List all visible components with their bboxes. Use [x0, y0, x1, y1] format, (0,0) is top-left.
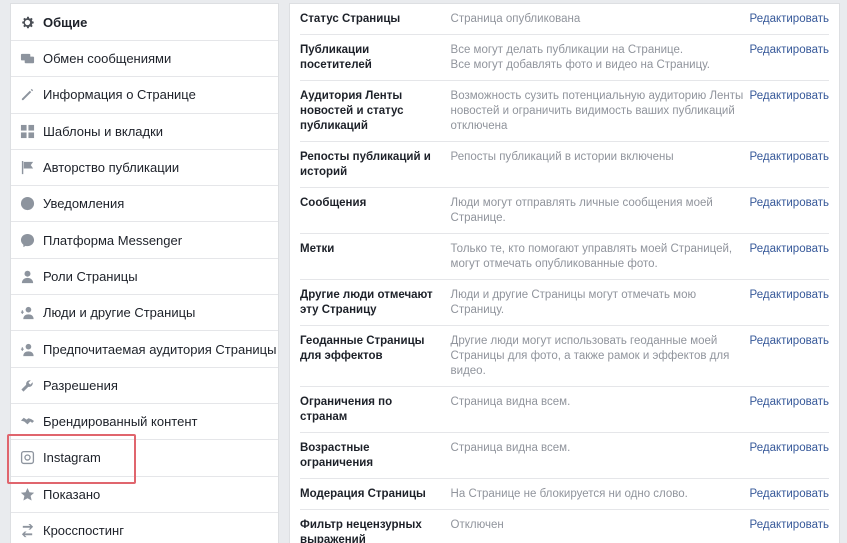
settings-sidebar: Общие Обмен сообщениями Информация о Стр… [10, 3, 279, 543]
edit-link[interactable]: Редактировать [750, 89, 829, 134]
setting-label: Ограничения по странам [300, 396, 393, 423]
sidebar-item-branded-content[interactable]: Брендированный контент [11, 404, 278, 441]
settings-row-age-restrictions: Возрастные ограничения Страница видна вс… [300, 433, 829, 479]
edit-link[interactable]: Редактировать [750, 43, 829, 73]
settings-panel: Статус Страницы Страница опубликована Ре… [289, 3, 840, 543]
settings-row-others-tagging: Другие люди отмечают эту Страницу Люди и… [300, 280, 829, 326]
settings-row-news-feed-audience: Аудитория Ленты новостей и статус публик… [300, 81, 829, 142]
sidebar-item-page-info[interactable]: Информация о Странице [11, 77, 278, 114]
settings-row-page-status: Статус Страницы Страница опубликована Ре… [300, 4, 829, 35]
sidebar-item-label: Предпочитаемая аудитория Страницы [43, 341, 277, 357]
sidebar-item-post-attribution[interactable]: Авторство публикации [11, 150, 278, 187]
pencil-icon [19, 87, 35, 103]
setting-description: На Странице не блокируется ни одно слово… [450, 488, 688, 500]
edit-link[interactable]: Редактировать [750, 196, 829, 226]
sidebar-item-messaging[interactable]: Обмен сообщениями [11, 41, 278, 78]
setting-description: Репосты публикаций в истории включены [450, 151, 674, 163]
sidebar-item-label: Разрешения [43, 377, 118, 393]
setting-description: Страница видна всем. [450, 396, 571, 408]
grid-icon [19, 123, 35, 139]
setting-description: Люди могут отправлять личные сообщения м… [450, 197, 713, 224]
sidebar-item-label: Платформа Messenger [43, 232, 183, 248]
page-settings-root: Общие Обмен сообщениями Информация о Стр… [0, 0, 847, 543]
setting-label: Геоданные Страницы для эффектов [300, 335, 425, 362]
star-icon [19, 486, 35, 502]
instagram-icon [19, 450, 35, 466]
sidebar-item-crossposting[interactable]: Кросспостинг [11, 513, 278, 543]
edit-link[interactable]: Редактировать [750, 12, 829, 27]
settings-row-story-sharing: Репосты публикаций и историй Репосты пуб… [300, 142, 829, 188]
messenger-icon [19, 232, 35, 248]
sidebar-item-label: Люди и другие Страницы [43, 305, 196, 321]
gear-icon [19, 14, 35, 30]
setting-label: Фильтр нецензурных выражений [300, 519, 422, 543]
sidebar-item-label: Уведомления [43, 196, 125, 212]
sidebar-item-label: Instagram [43, 450, 101, 466]
settings-row-visitor-posts: Публикации посетителей Все могут делать … [300, 35, 829, 81]
sidebar-item-label: Показано [43, 486, 101, 502]
edit-link[interactable]: Редактировать [750, 288, 829, 318]
setting-description: Люди и другие Страницы могут отмечать мо… [450, 289, 697, 316]
edit-link[interactable]: Редактировать [750, 518, 829, 543]
globe-icon [19, 196, 35, 212]
edit-link[interactable]: Редактировать [750, 487, 829, 502]
edit-link[interactable]: Редактировать [750, 242, 829, 272]
crosspost-icon [19, 523, 35, 539]
person-icon [19, 268, 35, 284]
setting-label: Репосты публикаций и историй [300, 151, 431, 178]
sidebar-item-templates-tabs[interactable]: Шаблоны и вкладки [11, 114, 278, 150]
sidebar-item-label: Роли Страницы [43, 268, 138, 284]
setting-label: Другие люди отмечают эту Страницу [300, 289, 433, 316]
sidebar-item-messenger-platform[interactable]: Платформа Messenger [11, 222, 278, 259]
setting-label: Возрастные ограничения [300, 442, 374, 469]
settings-row-page-moderation: Модерация Страницы На Странице не блокир… [300, 479, 829, 510]
sidebar-item-notifications[interactable]: Уведомления [11, 186, 278, 223]
audience-icon [19, 341, 35, 357]
edit-link[interactable]: Редактировать [750, 441, 829, 471]
setting-label: Сообщения [300, 197, 367, 209]
setting-description: Отключен [450, 519, 504, 531]
chat-icon [19, 51, 35, 67]
sidebar-item-label: Авторство публикации [43, 160, 180, 176]
flag-icon [19, 160, 35, 176]
sidebar-item-people-pages[interactable]: Люди и другие Страницы [11, 295, 278, 332]
setting-description: Только те, кто помогают управлять моей С… [450, 243, 733, 270]
setting-label: Статус Страницы [300, 13, 401, 25]
sidebar-item-label: Шаблоны и вкладки [43, 123, 164, 139]
sidebar-item-label: Обмен сообщениями [43, 51, 172, 67]
people-icon [19, 305, 35, 321]
setting-description: Страница опубликована [450, 13, 581, 25]
setting-label: Аудитория Ленты новостей и статус публик… [300, 90, 404, 132]
edit-link[interactable]: Редактировать [750, 334, 829, 379]
settings-row-country-restrictions: Ограничения по странам Страница видна вс… [300, 387, 829, 433]
sidebar-item-featured[interactable]: Показано [11, 477, 278, 513]
sidebar-item-instagram[interactable]: Instagram [11, 440, 278, 477]
settings-row-location-effects: Геоданные Страницы для эффектов Другие л… [300, 326, 829, 387]
wrench-icon [19, 377, 35, 393]
settings-row-messages: Сообщения Люди могут отправлять личные с… [300, 188, 829, 234]
setting-label: Публикации посетителей [300, 44, 372, 71]
handshake-icon [19, 414, 35, 430]
sidebar-item-permissions[interactable]: Разрешения [11, 368, 278, 404]
sidebar-item-general[interactable]: Общие [11, 4, 278, 41]
setting-label: Метки [300, 243, 335, 255]
sidebar-item-preferred-audience[interactable]: Предпочитаемая аудитория Страницы [11, 331, 278, 368]
sidebar-item-label: Общие [43, 14, 88, 30]
sidebar-item-label: Информация о Странице [43, 87, 196, 103]
edit-link[interactable]: Редактировать [750, 395, 829, 425]
sidebar-item-page-roles[interactable]: Роли Страницы [11, 259, 278, 296]
setting-description: Другие люди могут использовать геоданные… [450, 335, 730, 377]
edit-link[interactable]: Редактировать [750, 150, 829, 180]
setting-description: Страница видна всем. [450, 442, 571, 454]
setting-description: Возможность сузить потенциальную аудитор… [450, 90, 744, 132]
sidebar-item-label: Кросспостинг [43, 523, 124, 538]
setting-label: Модерация Страницы [300, 488, 426, 500]
settings-row-profanity-filter: Фильтр нецензурных выражений Отключен Ре… [300, 510, 829, 543]
sidebar-item-label: Брендированный контент [43, 414, 198, 430]
settings-row-tagging: Метки Только те, кто помогают управлять … [300, 234, 829, 280]
setting-description: Все могут делать публикации на Странице.… [450, 44, 710, 71]
